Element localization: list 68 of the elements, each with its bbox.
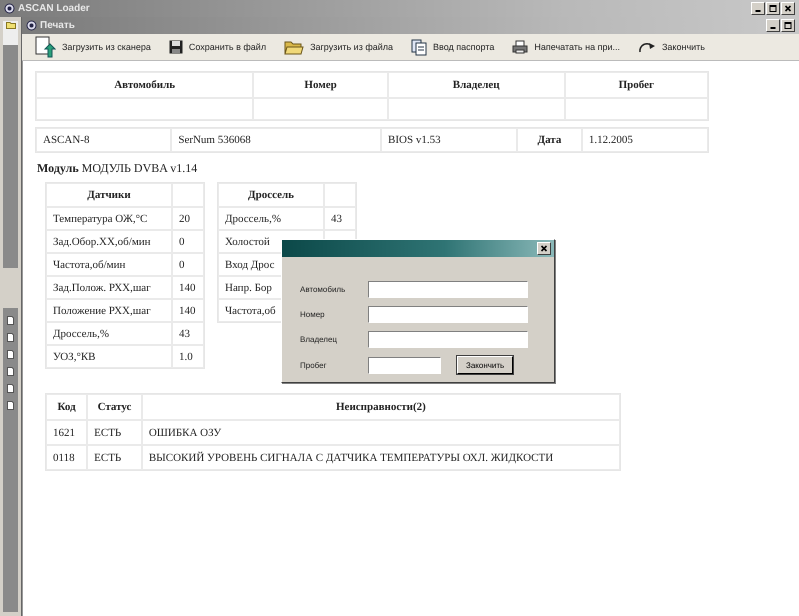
toolbar-button[interactable]: Загрузить из сканера (32, 36, 153, 58)
field-label: Владелец (300, 335, 338, 344)
column-header: Неисправности(2) (142, 394, 620, 420)
column-header: Код (46, 394, 88, 420)
input-field[interactable] (368, 331, 528, 348)
toolbar-button[interactable]: Загрузить из файла (282, 39, 396, 55)
table-cell: Дроссель,% (218, 207, 324, 230)
table-cell: ASCAN-8 (36, 128, 172, 152)
table-cell: Дроссель,% (46, 322, 172, 345)
table-cell: 1.12.2005 (582, 128, 708, 152)
toolbar-button[interactable]: Сохранить в файл (166, 40, 268, 54)
input-field[interactable] (368, 306, 528, 323)
table-cell: 0 (172, 253, 204, 276)
input-field[interactable] (368, 281, 528, 298)
table-cell: Температура ОЖ,°С (46, 207, 172, 230)
table-cell: 140 (172, 276, 204, 299)
printer-icon (512, 40, 528, 54)
table-cell: 1621 (46, 420, 88, 445)
table-cell: Частота,об/мин (46, 253, 172, 276)
arc-arrow-icon (638, 41, 656, 53)
module-label: Модуль МОДУЛЬ DVBA v1.14 (37, 161, 198, 176)
table-cell: 0 (172, 230, 204, 253)
table-cell: ОШИБКА ОЗУ (142, 420, 620, 445)
table-cell: Положение РХХ,шаг (46, 299, 172, 322)
column-header: Датчики (46, 183, 172, 207)
table-cell: 1.0 (172, 345, 204, 368)
pages-icon (411, 38, 428, 56)
minimize-icon[interactable] (751, 2, 765, 15)
finish-button[interactable]: Закончить (457, 356, 514, 374)
toolbar-button[interactable]: Напечатать на при... (510, 40, 622, 54)
app-icon (26, 20, 37, 31)
document-arrow-icon (34, 36, 56, 58)
table-cell: 20 (172, 207, 204, 230)
table-cell: 43 (172, 322, 204, 345)
column-header: Номер (253, 72, 388, 98)
column-header: Статус (87, 394, 142, 420)
minimize-icon[interactable] (766, 19, 780, 32)
table-cell: 0118 (46, 445, 88, 470)
table-cell: ЕСТЬ (87, 445, 142, 470)
table-cell: SerNum 536068 (171, 128, 382, 152)
column-header: Владелец (388, 72, 565, 98)
table-cell: 43 (324, 207, 356, 230)
table-cell: ВЫСОКИЙ УРОВЕНЬ СИГНАЛА С ДАТЧИКА ТЕМПЕРАТУРЫ ОХЛ. ЖИДКОСТИ (142, 445, 620, 470)
table-cell: 140 (172, 299, 204, 322)
folder-icon (6, 21, 16, 29)
window-title: Печать (40, 20, 76, 31)
toolbar-button[interactable]: Ввод паспорта (409, 38, 496, 56)
input-field[interactable] (368, 356, 441, 374)
folder-icon (284, 39, 304, 55)
column-header: Дроссель (218, 183, 324, 207)
table-cell: УОЗ,°КВ (46, 345, 172, 368)
maximize-icon[interactable] (766, 2, 780, 15)
field-label: Пробег (300, 360, 328, 370)
maximize-icon[interactable] (781, 19, 795, 32)
column-header: Пробег (564, 72, 708, 98)
toolbar-button[interactable]: Закончить (636, 41, 707, 53)
window-title: ASCAN Loader (18, 3, 91, 14)
table-cell: BIOS v1.53 (381, 128, 517, 152)
save-icon (168, 40, 183, 54)
field-label: Дата (517, 128, 582, 152)
column-header: Автомобиль (36, 72, 254, 98)
table-cell: Зад.Обор.ХХ,об/мин (46, 230, 172, 253)
close-icon[interactable] (537, 242, 551, 255)
field-label: Номер (300, 310, 326, 319)
table-cell: Зад.Полож. РХХ,шаг (46, 276, 172, 299)
table-cell: ЕСТЬ (87, 420, 142, 445)
app-icon (4, 3, 15, 14)
close-icon[interactable] (781, 2, 795, 15)
